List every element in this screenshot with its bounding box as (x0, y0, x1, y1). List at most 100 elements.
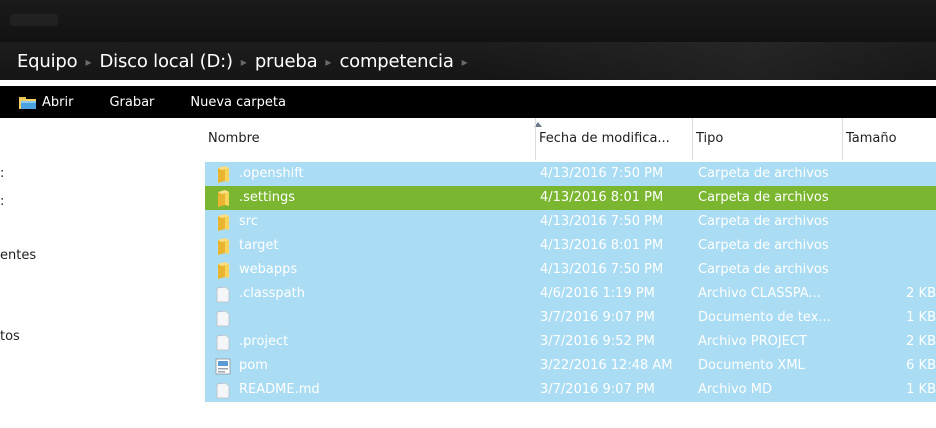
record-button-label: Grabar (109, 94, 155, 110)
file-type-cell: Documento de tex... (698, 310, 831, 325)
file-name: .openshift (239, 166, 304, 181)
navigation-pane: : : entes tos (0, 118, 205, 428)
breadcrumb-separator-icon[interactable]: ▸ (241, 55, 247, 69)
file-type-cell: Carpeta de archivos (698, 190, 829, 205)
file-size-cell: 1 KB (906, 382, 936, 397)
folder-icon (215, 165, 231, 183)
file-row[interactable]: README.md 3/7/2016 9:07 PM Archivo MD 1 KB (205, 378, 936, 402)
file-name: README.md (239, 382, 320, 397)
file-row[interactable]: .openshift 4/13/2016 7:50 PM Carpeta de ar… (205, 162, 936, 186)
open-button-label: Abrir (42, 94, 74, 110)
folder-icon (215, 189, 231, 207)
file-date-cell: 4/13/2016 7:50 PM (540, 262, 664, 277)
file-name-cell[interactable] (215, 306, 535, 330)
file-size-cell: 1 KB (906, 310, 936, 325)
nav-item[interactable]: entes (0, 248, 36, 263)
file-row[interactable]: target 4/13/2016 8:01 PM Carpeta de archiv… (205, 234, 936, 258)
file-list-view: Nombre Fecha de modifica... Tipo Tamaño … (205, 118, 936, 428)
record-button[interactable]: Grabar (109, 95, 154, 110)
breadcrumb-separator-icon[interactable]: ▸ (85, 55, 91, 69)
file-date-cell: 3/7/2016 9:07 PM (540, 382, 655, 397)
file-name-cell[interactable]: .settings (215, 186, 535, 210)
file-name: .settings (239, 190, 295, 205)
breadcrumb-item-prueba[interactable]: prueba (255, 51, 318, 72)
file-name-cell[interactable]: pom (215, 354, 535, 378)
column-header-size-label: Tamaño (846, 131, 897, 146)
file-date-cell: 4/13/2016 8:01 PM (540, 190, 664, 205)
file-row[interactable]: .classpath 4/6/2016 1:19 PM Archivo CLASSP… (205, 282, 936, 306)
file-name-cell[interactable]: target (215, 234, 535, 258)
file-size-cell: 6 KB (906, 358, 936, 373)
file-type-cell: Archivo MD (698, 382, 772, 397)
column-header-row: Nombre Fecha de modifica... Tipo Tamaño (205, 118, 936, 160)
file-name-cell[interactable]: README.md (215, 378, 535, 402)
column-header-name[interactable]: Nombre (205, 118, 535, 160)
file-size-cell (845, 210, 936, 234)
open-button[interactable]: Abrir (18, 95, 73, 110)
file-name-cell[interactable]: .classpath (215, 282, 535, 306)
breadcrumb-item-competencia[interactable]: competencia (339, 51, 453, 72)
file-icon (215, 286, 231, 303)
column-header-size[interactable]: Tamaño (842, 118, 936, 160)
file-size-cell: 2 KB (906, 334, 936, 349)
file-date-cell: 4/13/2016 8:01 PM (540, 238, 664, 253)
breadcrumb-item-equipo[interactable]: Equipo (17, 51, 78, 72)
file-icon (215, 382, 231, 399)
file-row[interactable]: .settings 4/13/2016 8:01 PM Carpeta de arc… (205, 186, 936, 210)
file-icon (215, 334, 231, 351)
new-folder-button-label: Nueva carpeta (190, 94, 286, 110)
file-icon (215, 310, 231, 327)
breadcrumb-item-disco-local[interactable]: Disco local (D:) (99, 51, 233, 72)
file-type-cell: Documento XML (698, 358, 805, 373)
file-name: .project (239, 334, 289, 349)
file-date-cell: 3/22/2016 12:48 AM (540, 358, 673, 373)
command-toolbar: Abrir Grabar Nueva carpeta (0, 86, 936, 118)
file-name: src (239, 214, 258, 229)
window-title-bar (0, 0, 936, 42)
column-header-type[interactable]: Tipo (692, 118, 842, 160)
file-rows: .openshift 4/13/2016 7:50 PM Carpeta de ar… (205, 162, 936, 402)
file-name: .classpath (239, 286, 305, 301)
file-type-cell: Carpeta de archivos (698, 214, 829, 229)
file-name: webapps (239, 262, 298, 277)
folder-open-icon (19, 96, 36, 109)
new-folder-button[interactable]: Nueva carpeta (190, 95, 286, 110)
breadcrumb: Equipo ▸ Disco local (D:) ▸ prueba ▸ com… (0, 42, 476, 80)
column-header-name-label: Nombre (208, 131, 260, 146)
file-type-cell: Carpeta de archivos (698, 238, 829, 253)
file-size-cell: 2 KB (906, 286, 936, 301)
file-name-cell[interactable]: .openshift (215, 162, 535, 186)
file-size-cell (845, 162, 936, 186)
file-row[interactable]: src 4/13/2016 7:50 PM Carpeta de archivos (205, 210, 936, 234)
file-date-cell: 4/13/2016 7:50 PM (540, 214, 664, 229)
breadcrumb-separator-icon[interactable]: ▸ (462, 55, 468, 69)
file-type-cell: Carpeta de archivos (698, 262, 829, 277)
file-type-cell: Carpeta de archivos (698, 166, 829, 181)
file-row[interactable]: .project 3/7/2016 9:52 PM Archivo PROJECT 2… (205, 330, 936, 354)
file-date-cell: 3/7/2016 9:52 PM (540, 334, 655, 349)
address-bar-empty-area[interactable] (475, 42, 936, 80)
column-header-date-label: Fecha de modifica... (539, 131, 670, 146)
xml-file-icon (215, 358, 231, 375)
file-row[interactable]: pom 3/22/2016 12:48 AM Documento XML 6 KB (205, 354, 936, 378)
file-name-cell[interactable]: src (215, 210, 535, 234)
file-type-cell: Archivo CLASSPA... (698, 286, 821, 301)
folder-icon (215, 213, 231, 231)
file-name-cell[interactable]: .project (215, 330, 535, 354)
file-row[interactable]: webapps 4/13/2016 7:50 PM Carpeta de archi… (205, 258, 936, 282)
title-bar-shadow (10, 14, 58, 26)
nav-item[interactable]: : (0, 166, 4, 181)
column-header-date[interactable]: Fecha de modifica... (535, 118, 692, 160)
file-name-cell[interactable]: webapps (215, 258, 535, 282)
breadcrumb-separator-icon[interactable]: ▸ (325, 55, 331, 69)
file-row[interactable]: 3/7/2016 9:07 PM Documento de tex... 1 KB (205, 306, 936, 330)
file-size-cell (845, 234, 936, 258)
nav-item[interactable]: : (0, 194, 4, 209)
file-name: target (239, 238, 279, 253)
file-type-cell: Archivo PROJECT (698, 334, 807, 349)
nav-item[interactable]: tos (0, 329, 20, 344)
folder-icon (215, 261, 231, 279)
address-bar[interactable]: Equipo ▸ Disco local (D:) ▸ prueba ▸ com… (0, 42, 936, 80)
file-size-cell (845, 186, 936, 210)
file-size-cell (845, 258, 936, 282)
